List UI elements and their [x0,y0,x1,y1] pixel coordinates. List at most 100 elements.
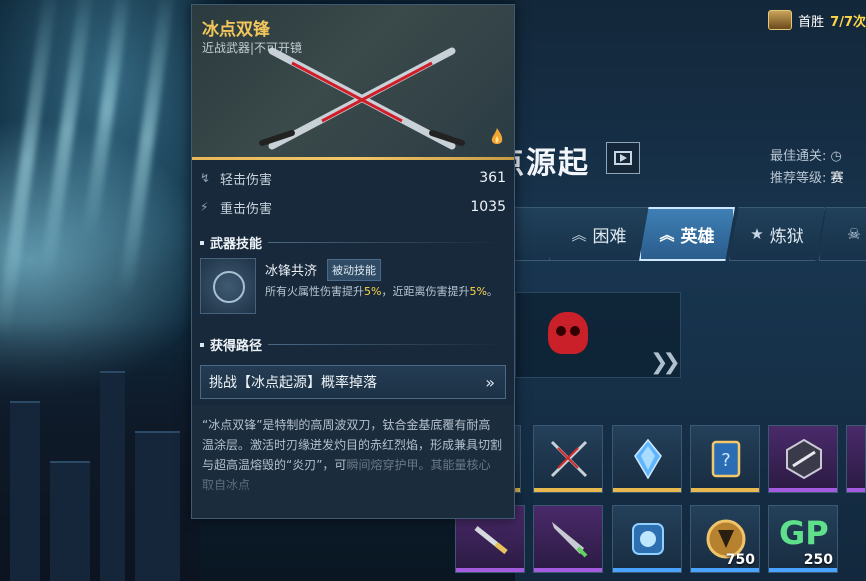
bullet-icon [200,342,204,347]
heavy-attack-label: 重击伤害 [220,201,273,217]
reward-item[interactable]: 750 [690,505,760,573]
crossed-blades-icon [259,47,465,150]
light-attack-value: 361 [479,170,506,186]
rarity-bar [769,568,837,572]
skill-tag: 被动技能 [327,259,381,281]
stage-video-button[interactable] [606,142,640,174]
tab-hero[interactable]: ︽ 英雄 [639,207,735,261]
lore-fade [192,479,514,518]
heavy-attack-icon: ⚡ [200,200,209,214]
double-chevron-right-icon: » [485,372,495,392]
weapon-name: 冰点双锋 [202,20,270,40]
acquire-source-button[interactable]: 挑战【冰点起源】概率掉落 » [200,365,506,399]
rarity-line [192,157,514,160]
reward-item[interactable] [612,505,682,573]
reward-quantity: 250 [803,552,833,568]
recommended-level: 推荐等级: 赛 [770,167,844,186]
weapon-tooltip: 冰点双锋 近战武器|不可开镜 ↯ 轻击伤害 361 ⚡ 重击伤害 1035 武器… [191,4,515,519]
tab-inferno[interactable]: ★ 炼狱 [729,207,825,261]
aurora-ray [81,0,133,240]
skill-description: 所有火属性伤害提升5%，近距离伤害提升5%。 [265,283,505,301]
skill-desc-part2: ，近距离伤害提升 [381,285,470,298]
rarity-bar [691,568,759,572]
reward-item[interactable] [533,505,603,573]
weapon-header: 冰点双锋 近战武器|不可开镜 [192,5,514,157]
bullet-icon [200,240,204,245]
recommended-level-value: 赛 [830,171,844,186]
light-attack-stat: ↯ 轻击伤害 361 [200,165,506,191]
skill-desc-part1: 所有火属性伤害提升 [265,285,364,298]
heavy-attack-value: 1035 [470,199,506,215]
crystal-box-icon [632,523,664,555]
skill-name: 冰锋共济 [265,264,318,279]
reward-item[interactable] [768,425,838,493]
tab-hard-label: 困难 [592,226,627,247]
tab-hard[interactable]: ︽ 困难 [549,207,649,261]
rewards-grid: ? 750 GP 250 [455,425,866,581]
triple-chevron-icon: ︽ [659,225,675,244]
skill-emblem-icon [213,271,245,303]
gp-icon: GP [779,514,829,552]
rarity-bar [691,488,759,492]
heavy-attack-stat: ⚡ 重击伤害 1035 [200,194,506,220]
svg-text:?: ? [721,450,731,471]
rarity-bar [613,568,681,572]
next-arrow-icon[interactable]: ❯❯ [650,350,681,375]
star-chevron-icon: ★ [750,225,764,243]
first-win-label: 首胜 [798,14,825,30]
crossed-blades-icon [550,440,588,478]
skill-section-label: 武器技能 [210,237,263,252]
rarity-bar [534,488,602,492]
source-section-label: 获得路径 [210,339,263,354]
fire-element-icon [491,128,503,144]
tab-hero-label: 英雄 [680,226,715,247]
city-tower [50,461,90,581]
reward-item[interactable] [612,425,682,493]
frost-crystal-icon [634,438,662,480]
video-icon [614,151,632,165]
mystery-card-icon: ? [711,440,741,478]
difficulty-tabs: 通 ︽ 困难 ︽ 英雄 ★ 炼狱 ☠ [495,207,866,261]
skill-icon [200,258,256,314]
aurora-ray [117,0,177,300]
bullet-icon [474,526,508,554]
background-city [0,321,200,581]
skull-icon: ☠ [847,225,861,243]
divider [268,242,506,243]
acquire-source-label: 挑战【冰点起源】概率掉落 [209,375,377,391]
skill-desc-highlight: 5% [469,285,487,298]
lore-section: “冰点双锋”是特制的高周波双刀，钛合金基底覆有耐高温涂层。激活时刃缘迸发灼目的赤… [192,405,514,518]
double-chevron-icon: ︽ [571,225,587,244]
reward-item[interactable]: ? [690,425,760,493]
city-tower [10,401,40,581]
first-win-indicator: 首胜 7/7次 [768,8,866,32]
first-win-count: 7/7次 [830,14,866,30]
aurora-ray [0,0,59,340]
reward-item[interactable]: GP 250 [768,505,838,573]
rarity-bar [534,568,602,572]
skill-section-title: 武器技能 [200,233,506,252]
light-attack-label: 轻击伤害 [220,172,273,188]
light-attack-icon: ↯ [200,171,211,185]
tab-nightmare[interactable]: ☠ [819,207,866,261]
city-tower [135,431,180,581]
weapon-crate-icon [786,438,822,480]
rarity-bar [456,568,524,572]
city-tower [100,371,125,581]
boss-skull-icon [548,312,588,354]
skill-desc-highlight: 5% [364,285,382,298]
recommended-level-label: 推荐等级: [770,171,827,186]
reward-item[interactable] [846,425,866,493]
best-clear-label: 最佳通关: ◷ [770,145,842,164]
clock-icon: ◷ [830,149,842,164]
source-section-title: 获得路径 [200,335,506,354]
tab-inferno-label: 炼狱 [769,226,804,247]
rarity-bar [769,488,837,492]
best-clear-text: 最佳通关: [770,149,827,164]
reward-quantity: 750 [725,552,755,568]
divider [268,344,506,345]
rarity-bar [847,488,865,492]
reward-item[interactable] [533,425,603,493]
skill-desc-part3: 。 [486,285,498,298]
treasure-chest-icon [768,10,793,30]
